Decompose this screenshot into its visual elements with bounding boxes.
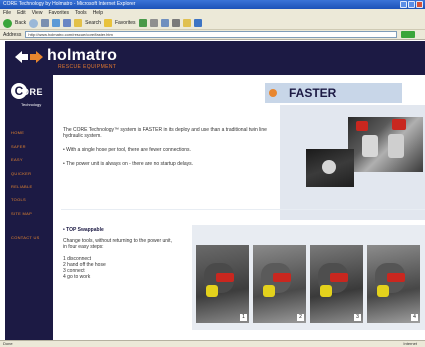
steps-photo-panel: 1 2 3 4	[192, 225, 425, 330]
address-input[interactable]: http://www.holmatro.com/rescue/core/fast…	[25, 31, 398, 38]
intro-text: The CORE Technology™ system is FASTER in…	[63, 127, 267, 139]
go-button[interactable]	[401, 31, 416, 38]
status-text: Done	[3, 341, 13, 346]
stop-icon[interactable]	[41, 19, 50, 27]
mail-icon[interactable]	[160, 19, 169, 27]
favorites-icon[interactable]	[103, 19, 112, 27]
print-icon[interactable]	[171, 19, 180, 27]
maximize-icon[interactable]	[408, 1, 415, 8]
toolbar: Back Search Favorites	[0, 17, 425, 30]
sidebar-item-quicker[interactable]: QUICKER	[11, 171, 51, 176]
window-title: CORE Technology by Holmatro - Microsoft …	[3, 1, 136, 7]
messenger-icon[interactable]	[193, 19, 202, 27]
brand-logo[interactable]: holmatro	[47, 47, 117, 65]
folder-icon[interactable]	[182, 19, 191, 27]
product-photo-panel	[280, 105, 425, 220]
back-icon[interactable]	[3, 18, 12, 28]
close-icon[interactable]	[416, 1, 423, 8]
bullet-1-text: With a single hose per tool, there are f…	[66, 147, 191, 153]
divider	[61, 209, 425, 210]
sidebar-item-easy[interactable]: EASY	[11, 157, 51, 162]
refresh-icon[interactable]	[52, 19, 61, 27]
swappable-heading: • TOP Swappable	[63, 227, 104, 233]
sidebar-item-safer[interactable]: SAFER	[11, 144, 51, 149]
holmatro-arrows-icon	[15, 51, 43, 63]
core-technology-logo: C ORE Technology	[11, 83, 49, 113]
menu-view[interactable]: View	[32, 9, 43, 17]
sidebar-item-contact[interactable]: CONTACT US	[11, 235, 51, 240]
core-logo-sub: Technology	[21, 102, 42, 107]
bullet-dot-icon	[269, 89, 277, 97]
menu-bar: File Edit View Favorites Tools Help	[0, 9, 425, 17]
step-3-number: 3	[354, 314, 361, 321]
status-zone: Internet	[403, 341, 417, 346]
bullet-1: • With a single hose per tool, there are…	[63, 147, 191, 153]
page-title: FASTER	[289, 86, 337, 100]
sidebar-item-tools[interactable]: TOOLS	[11, 197, 51, 202]
sidebar-item-home[interactable]: HOME	[11, 130, 51, 135]
media-icon[interactable]	[138, 19, 147, 27]
bullet-2: • The power unit is always on - there ar…	[63, 161, 194, 167]
bullet-2-text: The power unit is always on - there are …	[66, 161, 194, 167]
menu-tools[interactable]: Tools	[75, 9, 87, 17]
sidebar: C ORE Technology HOME SAFER EASY QUICKER…	[5, 75, 53, 340]
step-1-number: 1	[240, 314, 247, 321]
search-icon[interactable]	[74, 19, 83, 27]
step-4-number: 4	[411, 314, 418, 321]
main-content: FASTER The CORE Technology™ system is FA…	[53, 75, 425, 340]
sidebar-item-site-map[interactable]: SITE MAP	[11, 211, 51, 216]
step-1-photo[interactable]: 1	[196, 245, 249, 323]
section-header: FASTER	[265, 83, 402, 103]
menu-edit[interactable]: Edit	[17, 9, 26, 17]
minimize-icon[interactable]	[400, 1, 407, 8]
coupler-photo	[306, 149, 354, 187]
swappable-intro: Change tools, without returning to the p…	[63, 238, 172, 250]
status-bar: Done Internet	[0, 340, 425, 347]
step-2-number: 2	[297, 314, 304, 321]
back-label[interactable]: Back	[15, 20, 26, 26]
search-label[interactable]: Search	[85, 20, 101, 26]
window-titlebar: CORE Technology by Holmatro - Microsoft …	[0, 0, 425, 9]
step-3-photo[interactable]: 3	[310, 245, 363, 323]
sidebar-item-reliable[interactable]: RELIABLE	[11, 184, 51, 189]
history-icon[interactable]	[149, 19, 158, 27]
forward-icon[interactable]	[29, 18, 39, 28]
menu-file[interactable]: File	[3, 9, 11, 17]
menu-favorites[interactable]: Favorites	[48, 9, 69, 17]
address-label: Address	[3, 31, 22, 38]
step-text-4: 4 go to work	[63, 274, 91, 280]
home-icon[interactable]	[63, 19, 72, 27]
favorites-label[interactable]: Favorites	[115, 20, 136, 26]
site-header: holmatro RESCUE EQUIPMENT	[5, 41, 425, 75]
menu-help[interactable]: Help	[93, 9, 103, 17]
step-4-photo[interactable]: 4	[367, 245, 420, 323]
brand-tagline: RESCUE EQUIPMENT	[58, 64, 117, 70]
core-tools-photo	[348, 117, 423, 172]
step-2-photo[interactable]: 2	[253, 245, 306, 323]
address-bar: Address http://www.holmatro.com/rescue/c…	[0, 30, 425, 40]
core-logo-text: ORE	[22, 87, 44, 97]
